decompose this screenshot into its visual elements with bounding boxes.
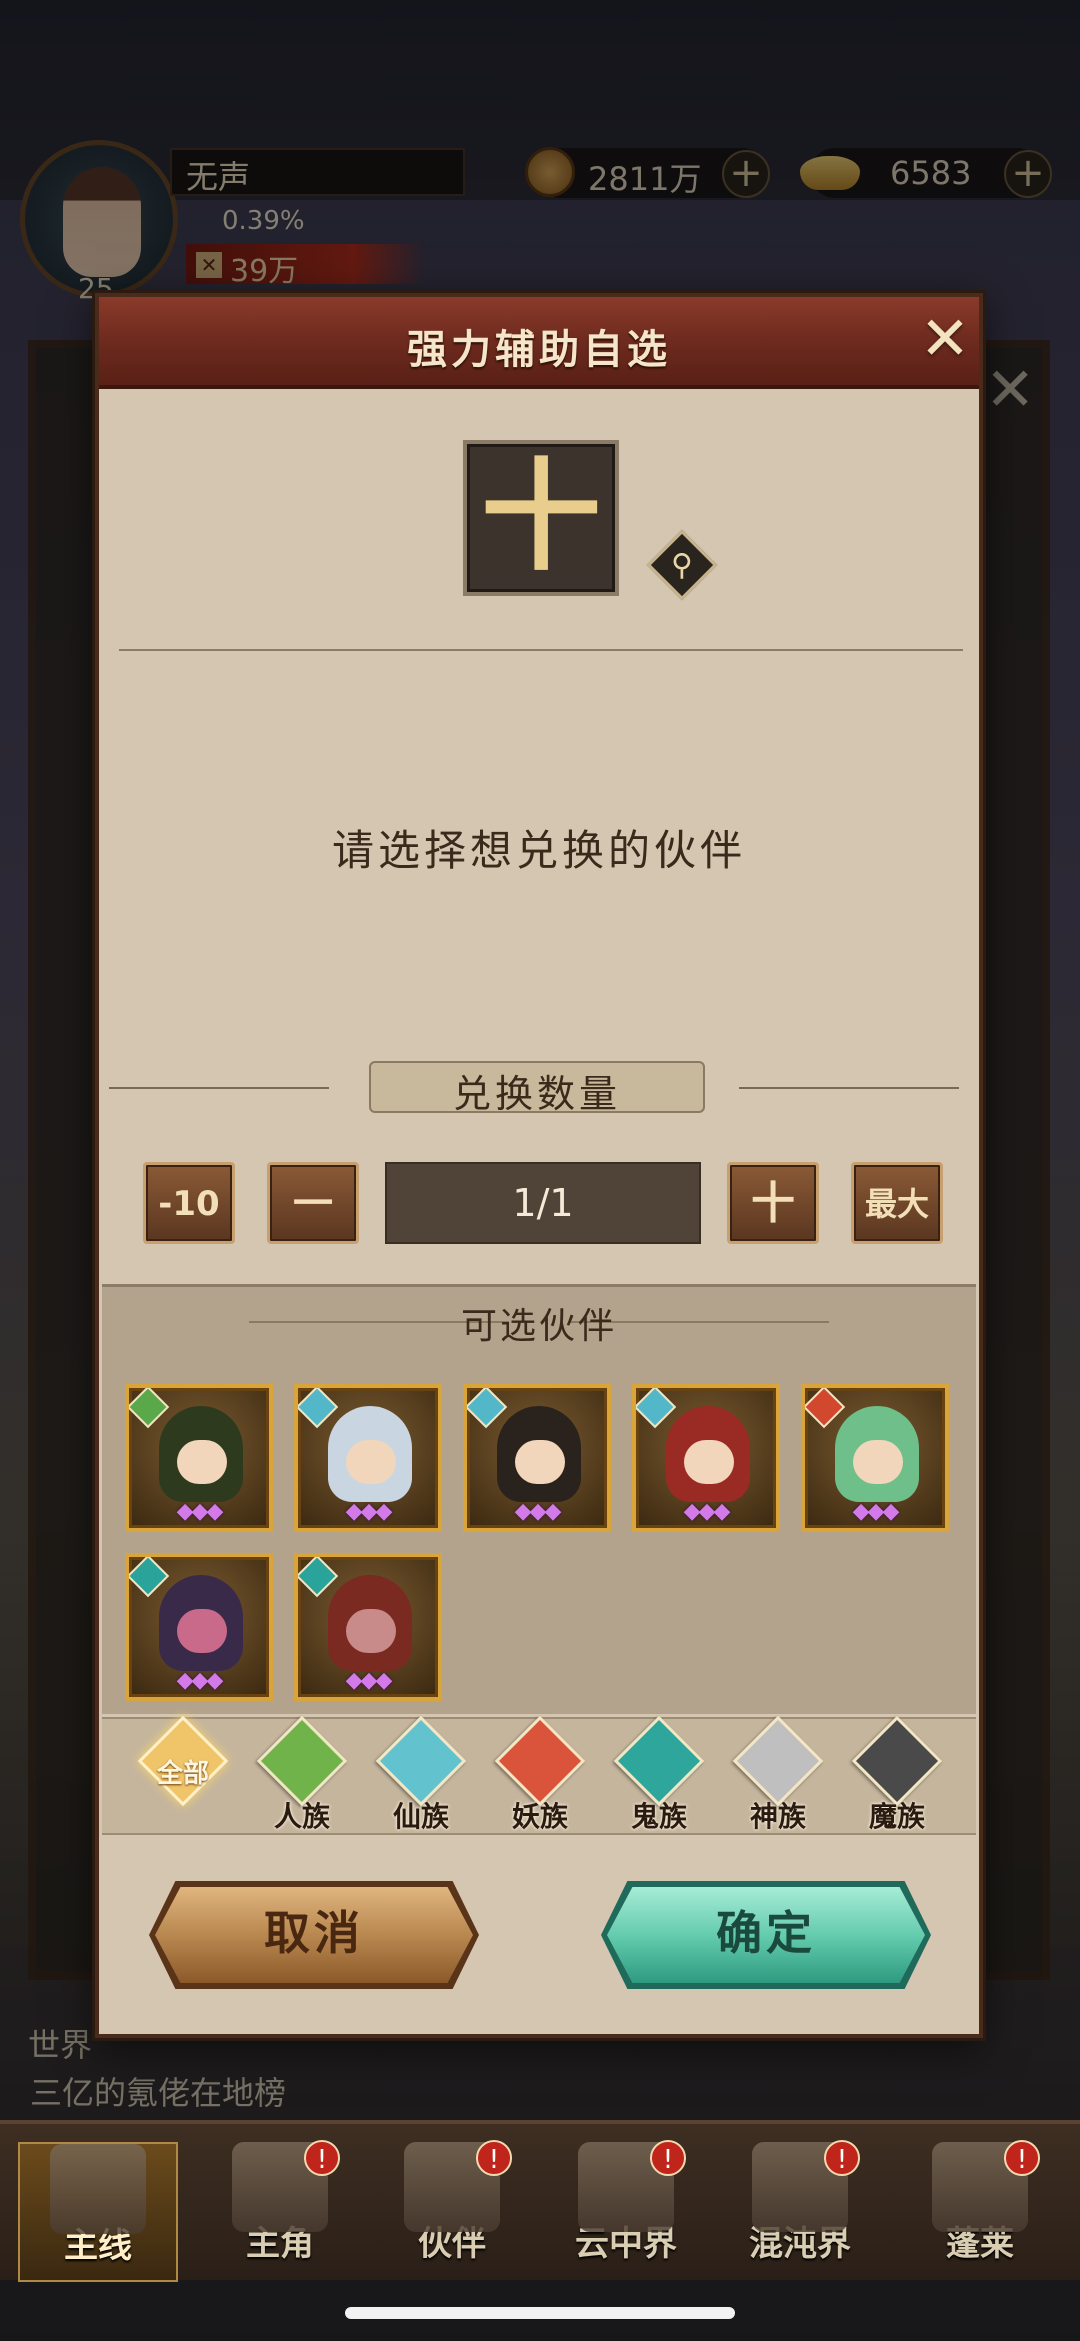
partner-face (515, 1440, 565, 1484)
filter-demon[interactable]: 妖族 (494, 1715, 586, 1841)
nav-chaos-realm[interactable]: 混沌界 ! (720, 2140, 880, 2282)
partner-card[interactable]: ◆◆◆ (632, 1384, 780, 1532)
alert-badge: ! (650, 2140, 686, 2176)
filter-immortal[interactable]: 仙族 (375, 1715, 467, 1841)
quantity-stepper[interactable]: 1/1 (385, 1162, 701, 1244)
partner-select-dialog: 强力辅助自选 ✕ 十 ⚲ 请选择想兑换的伙伴 兑换数量 -10 一 1/1 十 … (95, 293, 983, 2038)
fox-mask-icon (494, 1715, 586, 1807)
race-badge-icon (129, 1557, 170, 1598)
star-rating: ◆◆◆ (683, 1499, 731, 1524)
partner-card[interactable]: ◆◆◆ (125, 1384, 273, 1532)
race-badge-icon (636, 1388, 677, 1429)
alert-badge: ! (476, 2140, 512, 2176)
cancel-button[interactable]: 取消 (155, 1887, 473, 1983)
star-rating: ◆◆◆ (345, 1668, 393, 1693)
alert-badge: ! (824, 2140, 860, 2176)
filter-devil[interactable]: 魔族 (851, 1715, 943, 1841)
filter-human[interactable]: 人族 (256, 1715, 348, 1841)
plus-icon: 十 (481, 448, 601, 587)
race-badge-icon (805, 1388, 846, 1429)
filter-label: 魔族 (868, 1800, 925, 1833)
partner-face (346, 1440, 396, 1484)
ghost-mask-icon (613, 1715, 705, 1807)
partner-card[interactable]: ◆◆◆ (294, 1384, 442, 1532)
race-badge-icon (298, 1557, 339, 1598)
deity-icon (732, 1715, 824, 1807)
alert-badge: ! (304, 2140, 340, 2176)
partner-face (177, 1440, 227, 1484)
alert-badge: ! (1004, 2140, 1040, 2176)
filter-ghost[interactable]: 鬼族 (613, 1715, 705, 1841)
close-icon[interactable]: ✕ (915, 309, 975, 371)
partner-face (853, 1440, 903, 1484)
nav-cloud-realm[interactable]: 云中界 ! (546, 2140, 706, 2282)
max-button[interactable]: 最大 (851, 1162, 943, 1244)
divider-left (109, 1087, 329, 1089)
dialog-header: 强力辅助自选 ✕ (99, 297, 979, 389)
star-rating: ◆◆◆ (176, 1668, 224, 1693)
filter-label: 人族 (273, 1800, 330, 1833)
star-rating: ◆◆◆ (176, 1499, 224, 1524)
dialog-title: 强力辅助自选 (407, 327, 671, 373)
filter-all[interactable]: 全部 (137, 1715, 229, 1841)
filter-label: 神族 (749, 1800, 806, 1833)
minus-one-button[interactable]: 一 (267, 1162, 359, 1244)
partners-title: 可选伙伴 (460, 1306, 617, 1347)
filter-label: 鬼族 (630, 1800, 687, 1833)
bottom-nav: 主线 主角 ! 伙伴 ! 云中界 ! 混沌界 ! 蓬莱 ! (0, 2120, 1080, 2282)
star-rating: ◆◆◆ (514, 1499, 562, 1524)
star-rating: ◆◆◆ (345, 1499, 393, 1524)
devil-mask-icon (851, 1715, 943, 1807)
star-rating: ◆◆◆ (852, 1499, 900, 1524)
partner-card[interactable]: ◆◆◆ (294, 1553, 442, 1701)
partner-face (346, 1609, 396, 1653)
nav-penglai[interactable]: 蓬莱 ! (900, 2140, 1060, 2282)
divider-right (739, 1087, 959, 1089)
selection-hint: 请选择想兑换的伙伴 (331, 826, 746, 875)
crossed-swords-icon (50, 2144, 146, 2234)
nav-hero[interactable]: 主角 ! (200, 2140, 360, 2282)
partner-card[interactable]: ◆◆◆ (463, 1384, 611, 1532)
divider (119, 649, 963, 651)
plus-one-button[interactable]: 十 (727, 1162, 819, 1244)
filter-label: 全部 (156, 1759, 209, 1789)
nav-main-story[interactable]: 主线 (18, 2142, 178, 2282)
filter-label: 妖族 (511, 1800, 568, 1833)
minus-ten-button[interactable]: -10 (143, 1162, 235, 1244)
race-badge-icon (298, 1388, 339, 1429)
home-indicator[interactable] (345, 2307, 735, 2319)
confirm-button[interactable]: 确定 (607, 1887, 925, 1983)
race-badge-icon (129, 1388, 170, 1429)
selected-partner-slot[interactable]: 十 (463, 440, 619, 596)
nav-partners[interactable]: 伙伴 ! (372, 2140, 532, 2282)
filter-god[interactable]: 神族 (732, 1715, 824, 1841)
partner-face (684, 1440, 734, 1484)
partner-card[interactable]: ◆◆◆ (801, 1384, 949, 1532)
race-badge-icon (467, 1388, 508, 1429)
quantity-label: 兑换数量 (452, 1072, 621, 1116)
swallow-icon (256, 1715, 348, 1807)
filter-label: 仙族 (392, 1800, 449, 1833)
partner-face (177, 1609, 227, 1653)
partner-card[interactable]: ◆◆◆ (125, 1553, 273, 1701)
magnifier-icon: ⚲ (671, 548, 693, 583)
crane-icon (375, 1715, 467, 1807)
